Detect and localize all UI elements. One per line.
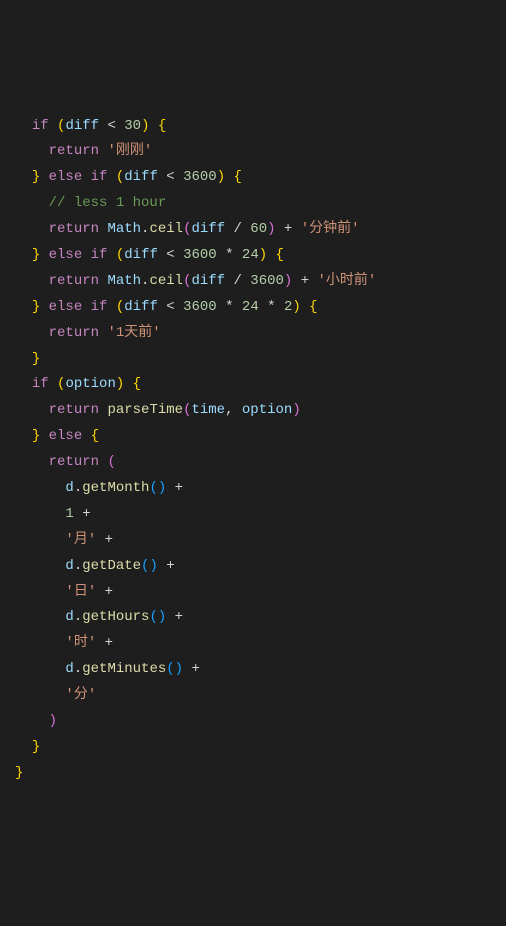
code-line: return Math.ceil(diff / 60) + '分钟前' [15, 221, 360, 237]
code-line: d.getMinutes() + [15, 661, 200, 677]
code-line: } [15, 765, 23, 781]
code-line: if (option) { [15, 376, 141, 392]
code-line: 1 + [15, 506, 91, 522]
code-line: return parseTime(time, option) [15, 402, 301, 418]
code-line: d.getDate() + [15, 558, 175, 574]
code-line: ) [15, 713, 57, 729]
code-line: } else { [15, 428, 99, 444]
code-line: return '1天前' [15, 325, 161, 341]
code-line: if (diff < 30) { [15, 118, 166, 134]
code-line: d.getHours() + [15, 609, 183, 625]
code-line: return Math.ceil(diff / 3600) + '小时前' [15, 273, 376, 289]
code-line: } else if (diff < 3600 * 24 * 2) { [15, 299, 318, 315]
code-line: d.getMonth() + [15, 480, 183, 496]
code-line: } [15, 351, 40, 367]
code-line: '月' + [15, 532, 113, 548]
code-line: } else if (diff < 3600) { [15, 169, 242, 185]
code-line: } [15, 739, 40, 755]
code-line: // less 1 hour [15, 195, 166, 211]
code-line: '时' + [15, 635, 113, 651]
code-line: return ( [15, 454, 116, 470]
code-line: return '刚刚' [15, 143, 152, 159]
code-line: '日' + [15, 584, 113, 600]
code-line: '分' [15, 687, 96, 703]
code-block: if (diff < 30) { return '刚刚' } else if (… [15, 114, 491, 787]
code-line: } else if (diff < 3600 * 24) { [15, 247, 284, 263]
